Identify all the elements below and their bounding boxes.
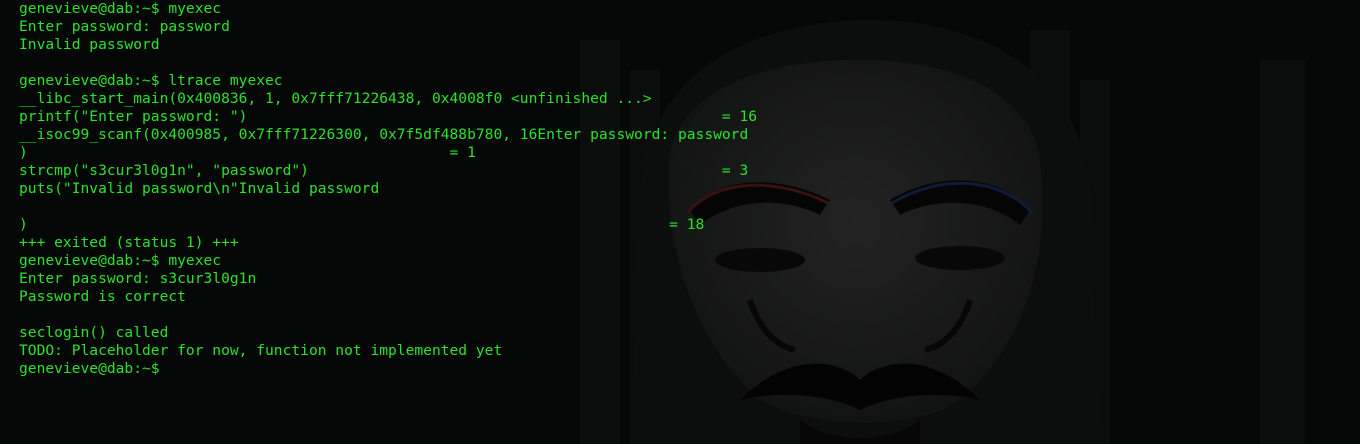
terminal-prompt-line[interactable]: genevieve@dab:~$ [19,360,757,378]
terminal-window[interactable]: genevieve@dab:~$ myexec Enter password: p… [0,0,1360,444]
terminal-line: TODO: Placeholder for now, function not … [19,342,503,359]
terminal-line: genevieve@dab:~$ myexec [19,252,222,269]
terminal-line: printf("Enter password: ") = 16 [19,108,758,125]
terminal-line: ) = 18 [19,216,705,233]
terminal-line: Password is correct [19,288,186,305]
terminal-line: puts("Invalid password\n"Invalid passwor… [19,180,380,197]
terminal-line: Enter password: s3cur3l0g1n [19,270,257,287]
terminal-line: genevieve@dab:~$ myexec [19,0,222,17]
terminal-line: __isoc99_scanf(0x400985, 0x7fff71226300,… [19,126,749,143]
terminal-line: +++ exited (status 1) +++ [19,234,239,251]
terminal-line: strcmp("s3cur3l0g1n", "password") = 3 [19,162,749,179]
terminal-line: Invalid password [19,36,160,53]
terminal-line: ) = 1 [19,144,476,161]
terminal-line: Enter password: password [19,18,230,35]
terminal-output[interactable]: genevieve@dab:~$ myexec Enter password: p… [19,0,757,378]
terminal-line: __libc_start_main(0x400836, 1, 0x7fff712… [19,90,652,107]
terminal-line: seclogin() called [19,324,169,341]
terminal-line: genevieve@dab:~$ ltrace myexec [19,72,283,89]
